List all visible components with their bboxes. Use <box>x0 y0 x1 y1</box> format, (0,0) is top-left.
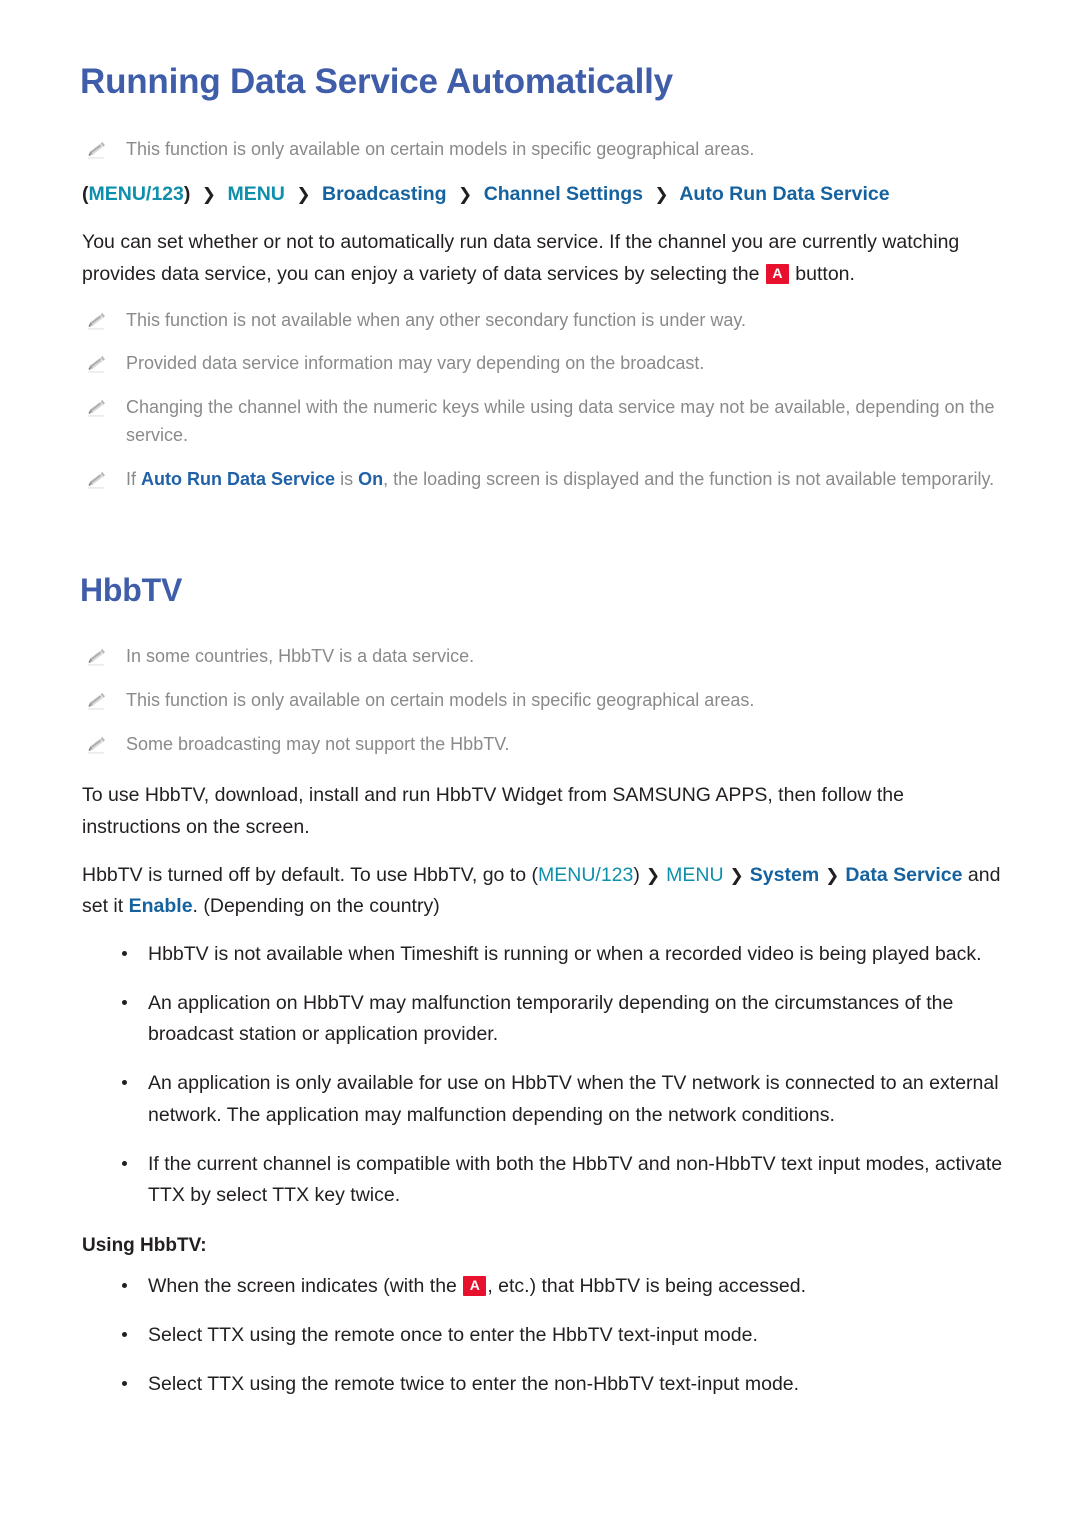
using-hbbtv-bullet-list: When the screen indicates (with the A, e… <box>108 1271 1018 1401</box>
chevron-right-icon: ❯ <box>458 185 473 205</box>
chevron-right-icon: ❯ <box>645 865 661 885</box>
setup-lead: HbbTV is turned off by default. To use H… <box>82 863 532 886</box>
setup-tail: . (Depending on the country) <box>192 895 440 918</box>
pencil-icon <box>86 733 108 755</box>
note-text: In some countries, HbbTV is a data servi… <box>126 645 475 666</box>
list-item: When the screen indicates (with the A, e… <box>108 1271 1018 1302</box>
breadcrumb-close-paren: ) <box>183 183 191 206</box>
page-title: Running Data Service Automatically <box>80 62 673 101</box>
document-page: Running Data Service Automatically This … <box>0 0 1080 1527</box>
setup-close-paren: ) <box>633 863 640 886</box>
bullet-text-part2: , etc.) that HbbTV is being accessed. <box>487 1275 806 1298</box>
note-tail: , the loading screen is displayed and th… <box>383 469 995 490</box>
note-row: In some countries, HbbTV is a data servi… <box>82 643 1018 671</box>
pencil-icon <box>86 352 108 374</box>
setting-value-on[interactable]: On <box>358 469 383 489</box>
pencil-icon <box>86 138 108 160</box>
note-row: This function is not available when any … <box>82 307 1018 335</box>
note-text: If Auto Run Data Service is On, the load… <box>126 466 994 494</box>
chevron-right-icon: ❯ <box>296 185 311 205</box>
chevron-right-icon: ❯ <box>654 185 669 205</box>
note-row: Changing the channel with the numeric ke… <box>82 394 1018 450</box>
note-text: This function is only available on certa… <box>126 139 755 160</box>
list-item: HbbTV is not available when Timeshift is… <box>108 939 1018 970</box>
hbbtv-intro-paragraph: To use HbbTV, download, install and run … <box>82 784 904 839</box>
breadcrumb-item-menu123[interactable]: MENU/123 <box>89 183 184 205</box>
chevron-right-icon: ❯ <box>729 865 744 885</box>
using-hbbtv-heading: Using HbbTV: <box>82 1235 207 1257</box>
pencil-icon <box>86 689 108 711</box>
note-text: Provided data service information may va… <box>126 353 705 374</box>
breadcrumb-item-system[interactable]: System <box>750 864 819 886</box>
note-text: Changing the channel with the numeric ke… <box>126 397 995 446</box>
section-title-hbbtv: HbbTV <box>80 572 183 608</box>
list-item: An application on HbbTV may malfunction … <box>108 988 1018 1050</box>
note-row: If Auto Run Data Service is On, the load… <box>82 466 1018 494</box>
list-item: Select TTX using the remote once to ente… <box>108 1320 1018 1351</box>
pencil-icon <box>86 396 108 418</box>
hbbtv-bullet-list: HbbTV is not available when Timeshift is… <box>108 939 1018 1211</box>
note-mid: is <box>335 469 359 490</box>
breadcrumb[interactable]: (MENU/123) ❯ MENU ❯ Broadcasting ❯ Chann… <box>82 180 1018 209</box>
note-text: This function is not available when any … <box>126 309 747 330</box>
pencil-icon <box>86 309 108 331</box>
list-item: Select TTX using the remote twice to ent… <box>108 1369 1018 1400</box>
note-row: Provided data service information may va… <box>82 350 1018 378</box>
pencil-icon <box>86 468 108 490</box>
red-a-key-badge: A <box>765 263 789 284</box>
breadcrumb-item-menu123[interactable]: MENU/123 <box>538 864 633 886</box>
note-text: Some broadcasting may not support the Hb… <box>126 733 510 754</box>
note-row: Some broadcasting may not support the Hb… <box>82 731 1018 759</box>
list-item: If the current channel is compatible wit… <box>108 1149 1018 1211</box>
setting-auto-run-data-service[interactable]: Auto Run Data Service <box>141 469 335 489</box>
note-row: This function is only available on certa… <box>82 136 1018 164</box>
breadcrumb-item-menu[interactable]: MENU <box>666 864 723 886</box>
note-text: This function is only available on certa… <box>126 689 755 710</box>
setting-value-enable[interactable]: Enable <box>129 895 193 917</box>
pencil-icon <box>86 645 108 667</box>
intro-text-part2: button. <box>789 262 855 285</box>
breadcrumb-item-auto-run-data-service[interactable]: Auto Run Data Service <box>679 183 889 205</box>
breadcrumb-item-menu[interactable]: MENU <box>227 183 284 205</box>
chevron-right-icon: ❯ <box>825 865 840 885</box>
breadcrumb-item-channel-settings[interactable]: Channel Settings <box>484 183 643 205</box>
red-a-key-badge: A <box>463 1276 487 1297</box>
list-item: An application is only available for use… <box>108 1068 1018 1130</box>
breadcrumb-item-broadcasting[interactable]: Broadcasting <box>322 183 447 205</box>
note-row: This function is only available on certa… <box>82 687 1018 715</box>
note-lead: If <box>126 469 142 490</box>
breadcrumb-item-data-service[interactable]: Data Service <box>845 864 962 886</box>
hbbtv-setup-paragraph: HbbTV is turned off by default. To use H… <box>82 860 1018 923</box>
intro-paragraph: You can set whether or not to automatica… <box>82 227 1018 290</box>
chevron-right-icon: ❯ <box>201 185 217 205</box>
bullet-text-part1: When the screen indicates (with the <box>148 1275 463 1298</box>
